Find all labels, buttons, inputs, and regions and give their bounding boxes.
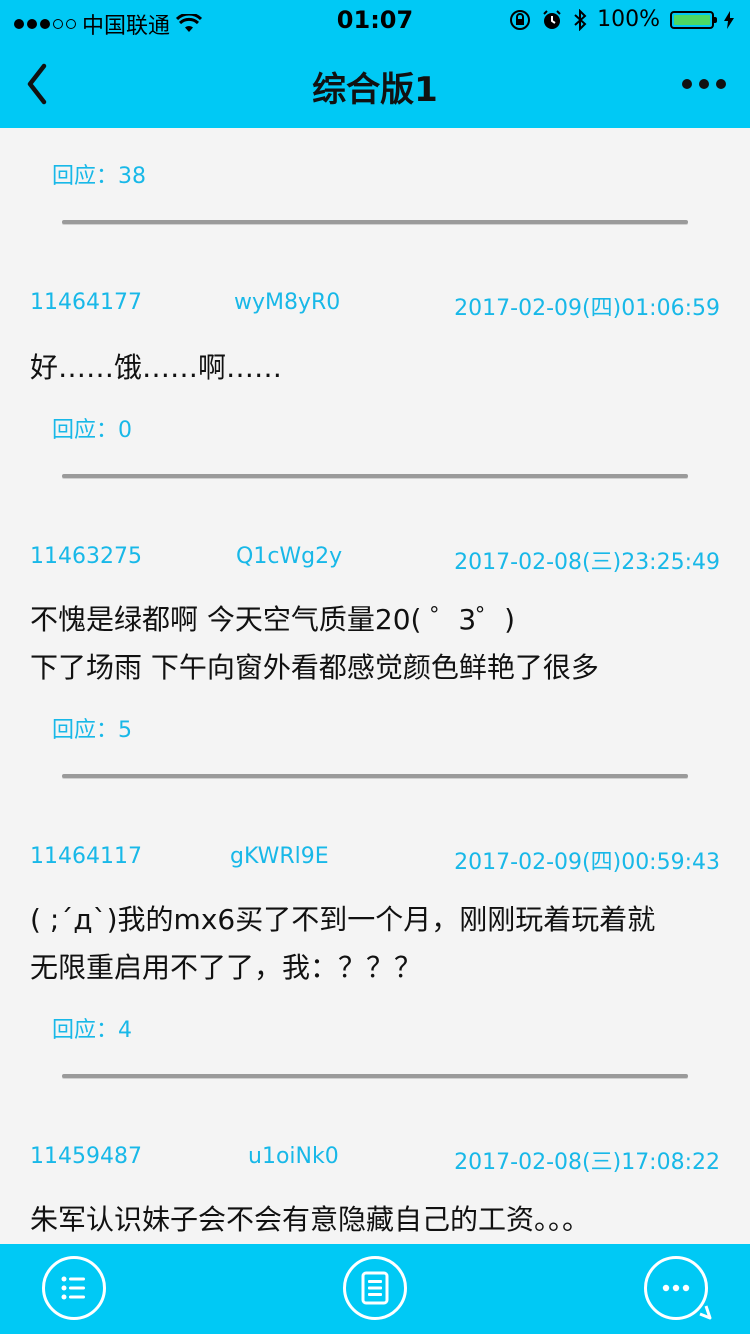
thread-list[interactable]: 回应：38 11464177 wyM8yR0 2017-02-09(四)01:0…: [0, 128, 750, 1244]
bottom-tab-bar: [0, 1244, 750, 1334]
charging-icon: [724, 10, 734, 29]
post-date: 2017-02-08(三)23:25:49: [454, 550, 720, 575]
post-meta: 11463275 Q1cWg2y 2017-02-08(三)23:25:49: [30, 544, 720, 575]
battery-percent: 100%: [597, 7, 660, 32]
post-user[interactable]: u1oiNk0: [248, 1144, 339, 1169]
post-content[interactable]: 不愧是绿都啊 今天空气质量20( ゜3゜) 下了场雨 下午向窗外看都感觉颜色鲜艳…: [30, 596, 730, 692]
rotation-lock-icon: [510, 9, 531, 30]
reply-count[interactable]: 回应：4: [52, 1012, 132, 1044]
page-title: 综合版1: [312, 70, 438, 110]
divider: [62, 1074, 688, 1078]
document-icon[interactable]: [343, 1256, 407, 1320]
post-content[interactable]: 好……饿……啊……: [30, 344, 730, 392]
status-bar: 中国联通 01:07 100%: [0, 0, 750, 40]
post-content[interactable]: ( ;´д`)我的mx6买了不到一个月，刚刚玩着玩着就 无限重启用不了了，我：？…: [30, 896, 730, 992]
nav-bar: 综合版1: [0, 40, 750, 128]
post-date: 2017-02-09(四)00:59:43: [454, 850, 720, 875]
chat-icon[interactable]: [644, 1256, 712, 1320]
reply-count[interactable]: 回应：38: [52, 158, 146, 190]
post-date: 2017-02-09(四)01:06:59: [454, 296, 720, 321]
reply-count[interactable]: 回应：5: [52, 712, 132, 744]
post-id[interactable]: 11464117: [30, 844, 142, 869]
more-options-icon[interactable]: [680, 72, 728, 96]
battery-icon: [670, 10, 717, 29]
post-user[interactable]: gKWRl9E: [230, 844, 329, 869]
post-id[interactable]: 11459487: [30, 1144, 142, 1169]
top-bar: 中国联通 01:07 100% 综合版1: [0, 0, 750, 128]
divider: [62, 774, 688, 778]
status-right: 100%: [509, 7, 734, 32]
bluetooth-icon: [574, 8, 587, 31]
post-meta: 11459487 u1oiNk0 2017-02-08(三)17:08:22: [30, 1144, 720, 1175]
reply-count[interactable]: 回应：0: [52, 412, 132, 444]
post-meta: 11464177 wyM8yR0 2017-02-09(四)01:06:59: [30, 290, 720, 321]
alarm-icon: [543, 9, 561, 29]
post-id[interactable]: 11463275: [30, 544, 142, 569]
divider: [62, 474, 688, 478]
list-icon[interactable]: [42, 1256, 106, 1320]
post-user[interactable]: wyM8yR0: [234, 290, 340, 315]
post-meta: 11464117 gKWRl9E 2017-02-09(四)00:59:43: [30, 844, 720, 875]
post-id[interactable]: 11464177: [30, 290, 142, 315]
divider: [62, 220, 688, 224]
post-date: 2017-02-08(三)17:08:22: [454, 1150, 720, 1175]
post-user[interactable]: Q1cWg2y: [236, 544, 342, 569]
post-content[interactable]: 朱军认识妹子会不会有意隐藏自己的工资。。。: [30, 1196, 730, 1244]
